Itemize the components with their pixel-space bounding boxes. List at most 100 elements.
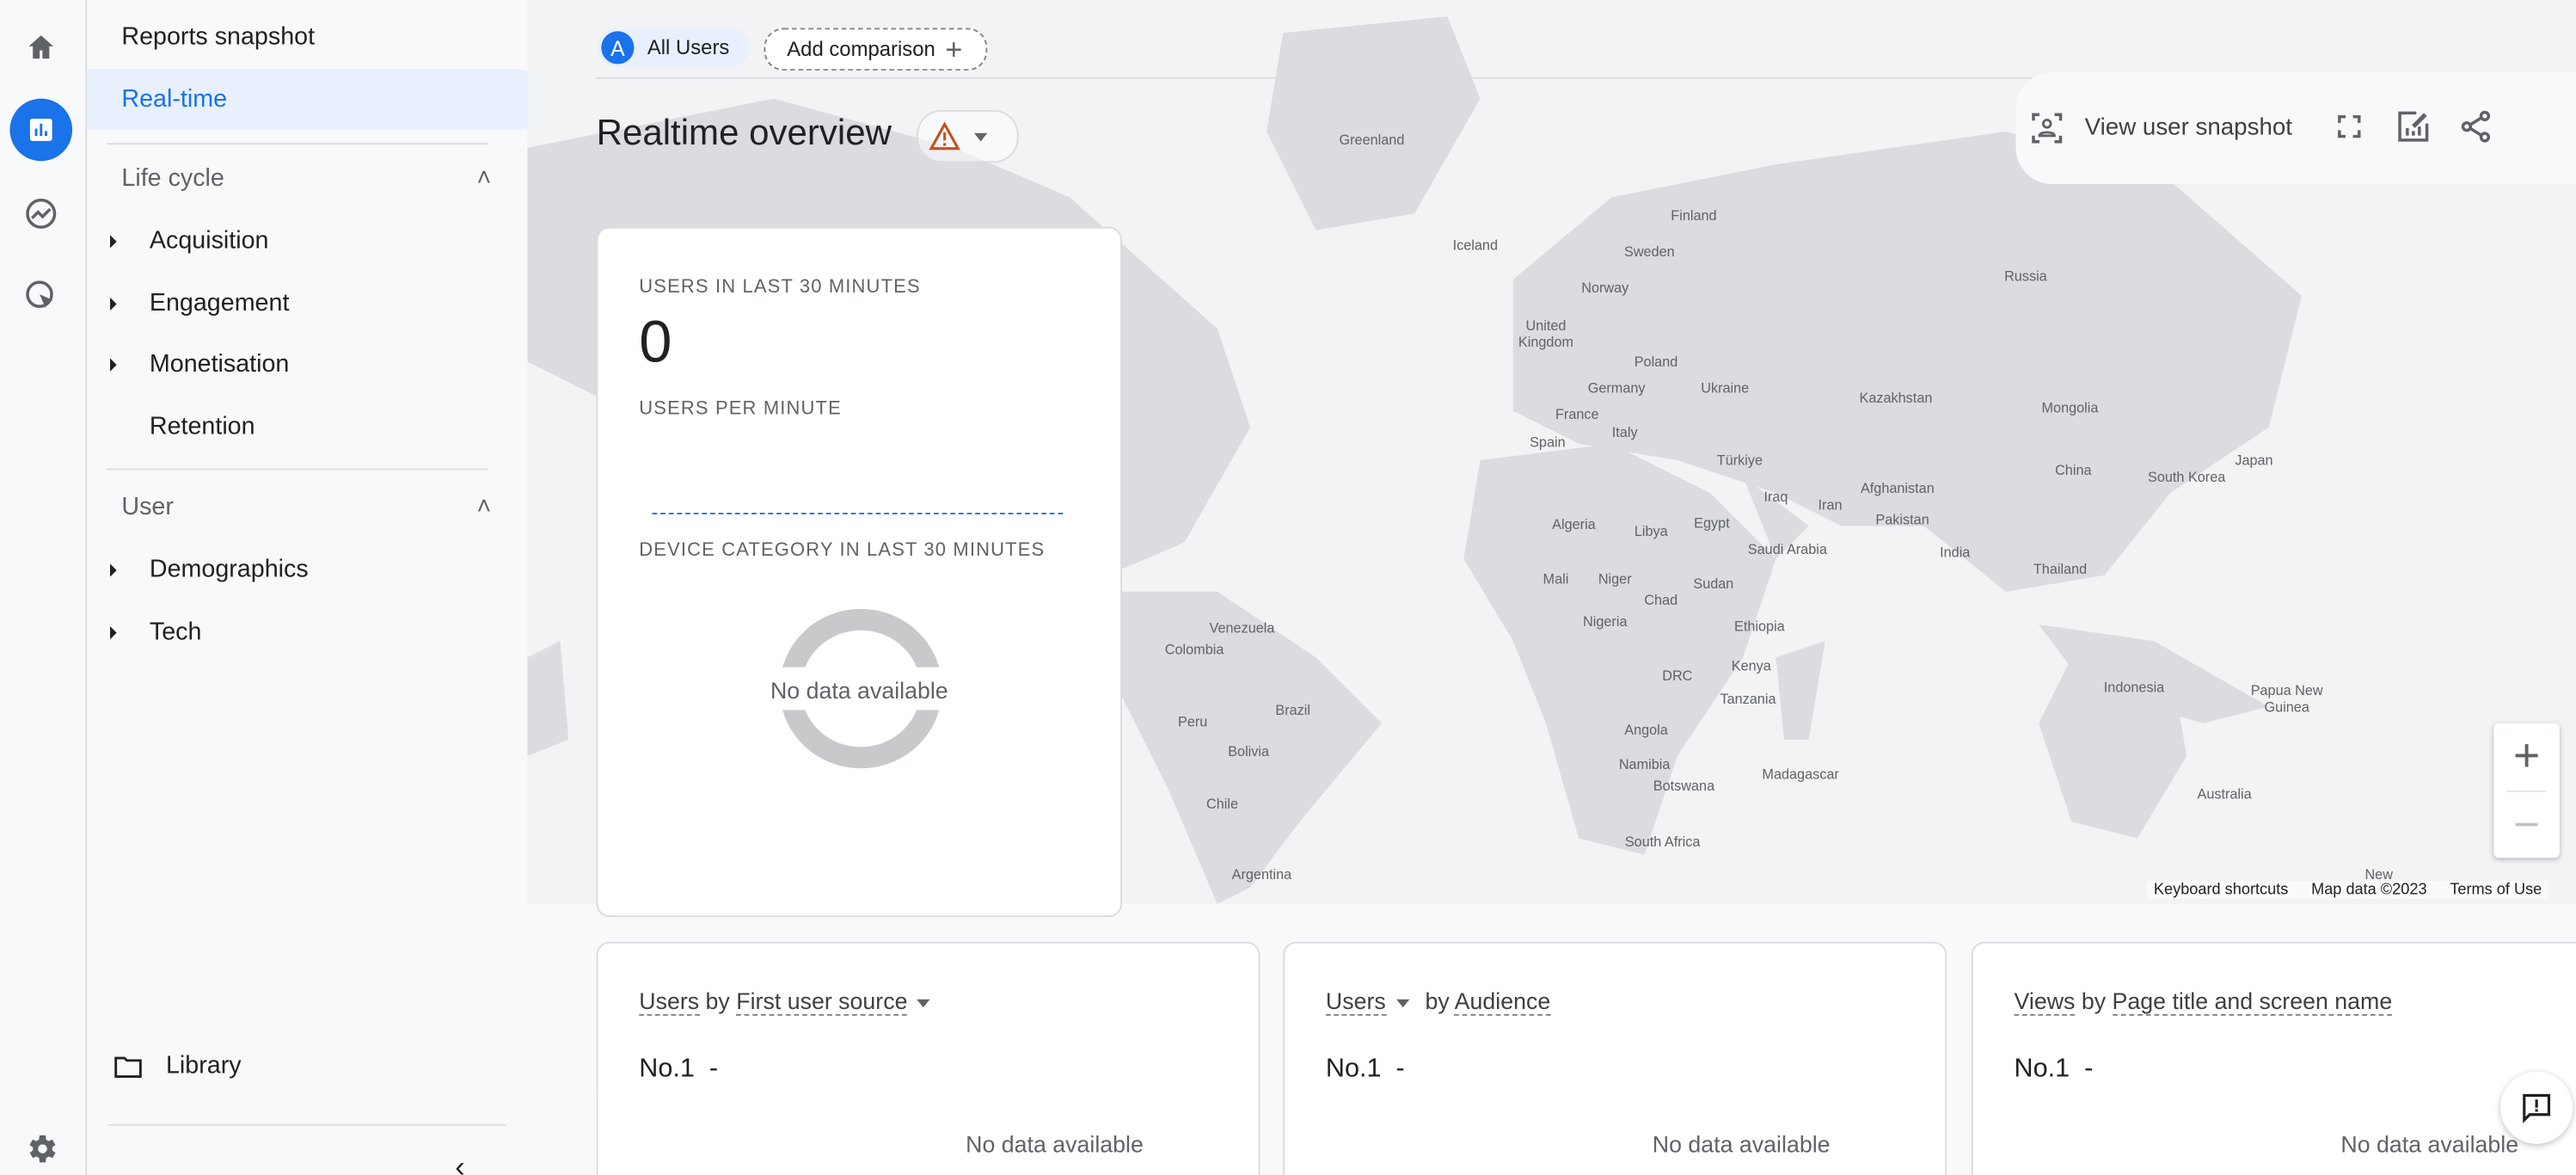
country-label: Russia	[2004, 268, 2047, 285]
view-user-snapshot-button[interactable]: View user snapshot	[2029, 108, 2292, 148]
country-label: Tanzania	[1720, 690, 1776, 707]
country-label: Egypt	[1694, 514, 1730, 532]
by-label: by	[705, 987, 730, 1014]
segment-badge: A	[601, 31, 635, 65]
folder-icon	[114, 1055, 142, 1077]
collapse-nav-icon[interactable]: ‹	[455, 1150, 464, 1175]
country-label: Namibia	[1618, 755, 1671, 773]
country-label: Finland	[1671, 206, 1717, 224]
zoom-out-button[interactable]: −	[2493, 792, 2559, 858]
segment-chip-all-users[interactable]: A All Users	[598, 28, 750, 68]
nav-label: Engagement	[149, 289, 290, 317]
divider	[107, 143, 488, 145]
data-quality-warning-button[interactable]	[917, 110, 1019, 163]
card-title: Users by Audience	[1325, 987, 1551, 1016]
country-label: South Korea	[2147, 468, 2226, 485]
page-title: Realtime overview	[596, 111, 892, 153]
explore-icon[interactable]	[9, 182, 72, 245]
chevron-up-icon: ˄	[476, 493, 492, 521]
dimension-selector[interactable]: Page title and screen name	[2112, 987, 2392, 1016]
country-label: Sweden	[1623, 243, 1675, 260]
country-label: Nigeria	[1583, 612, 1628, 630]
nav-monetisation[interactable]: Monetisation	[87, 334, 511, 395]
country-label: Türkiye	[1716, 452, 1763, 469]
zoom-in-button[interactable]: +	[2493, 723, 2559, 789]
keyboard-shortcuts-link[interactable]: Keyboard shortcuts	[2154, 881, 2288, 899]
device-category-label: DEVICE CATEGORY IN LAST 30 MINUTES	[639, 540, 1046, 561]
country-label: DRC	[1662, 667, 1693, 684]
add-comparison-button[interactable]: Add comparison +	[764, 28, 988, 71]
dropdown-arrow-icon[interactable]	[1395, 999, 1409, 1007]
user-snapshot-icon	[2032, 113, 2063, 144]
rank-label: No.1	[2014, 1055, 2070, 1084]
country-label: Brazil	[1275, 701, 1311, 718]
rank-row: No.1 -	[639, 1055, 718, 1085]
country-label: Madagascar	[1762, 766, 1839, 783]
country-label: Niger	[1598, 570, 1632, 588]
country-label: Ethiopia	[1734, 618, 1785, 635]
chevron-up-icon: ˄	[476, 164, 492, 193]
feedback-button[interactable]	[2500, 1071, 2573, 1144]
dimension-selector[interactable]: Audience	[1454, 987, 1551, 1016]
country-label: Thailand	[2033, 560, 2088, 577]
rank-value: -	[708, 1055, 719, 1084]
nav-label: Retention	[149, 412, 255, 441]
nav-acquisition[interactable]: Acquisition	[87, 211, 511, 272]
rank-value: -	[1395, 1055, 1405, 1084]
country-label: Ukraine	[1701, 379, 1750, 397]
nav-reports-snapshot[interactable]: Reports snapshot	[87, 7, 545, 68]
share-icon[interactable]	[2457, 108, 2493, 145]
metric-selector[interactable]: Users	[1325, 987, 1386, 1016]
terms-of-use-link[interactable]: Terms of Use	[2450, 881, 2542, 899]
reports-icon[interactable]	[9, 98, 73, 162]
country-label: Papua New Guinea	[2250, 681, 2323, 716]
advertising-icon[interactable]	[9, 265, 72, 328]
icon-rail	[0, 0, 88, 1175]
country-label: Argentina	[1231, 865, 1292, 883]
country-label: Libya	[1634, 522, 1668, 539]
metric-selector[interactable]: Users	[639, 987, 700, 1016]
lifecycle-section-header[interactable]: Life cycle ˄	[121, 164, 491, 192]
no-data-text: No data available	[2340, 1130, 2519, 1158]
home-icon[interactable]	[9, 16, 72, 79]
dropdown-arrow-icon[interactable]	[917, 999, 931, 1007]
country-label: Iraq	[1763, 488, 1788, 505]
nav-demographics[interactable]: Demographics	[87, 539, 511, 600]
country-label: Greenland	[1339, 131, 1405, 148]
warning-icon	[929, 121, 960, 151]
divider	[108, 1123, 506, 1126]
country-label: Saudi Arabia	[1747, 540, 1827, 557]
nav-retention[interactable]: Retention	[87, 396, 511, 457]
rank-label: No.1	[1325, 1055, 1382, 1084]
settings-icon[interactable]	[9, 1117, 72, 1175]
nav-label: Reports snapshot	[121, 22, 316, 52]
country-label: Japan	[2235, 452, 2273, 469]
section-title: Life cycle	[121, 164, 224, 193]
country-label: Botswana	[1653, 777, 1715, 794]
nav-label: Monetisation	[149, 349, 290, 378]
nav-library[interactable]: Library	[113, 1036, 537, 1097]
top-dimension-card: Users by First user source No.1 - No data …	[596, 941, 1260, 1175]
country-label: Chad	[1644, 591, 1678, 608]
nav-tech[interactable]: Tech	[87, 601, 511, 662]
map-attribution: Keyboard shortcuts Map data ©2023 Terms …	[2147, 881, 2548, 900]
nav-realtime[interactable]: Real-time	[87, 69, 546, 130]
user-section-header[interactable]: User ˄	[121, 493, 491, 520]
country-label: Germany	[1587, 379, 1646, 397]
country-label: Australia	[2197, 785, 2252, 803]
nav-engagement[interactable]: Engagement	[87, 273, 511, 334]
country-label: Afghanistan	[1860, 479, 1935, 497]
map-data-label: Map data ©2023	[2311, 881, 2427, 900]
zoom-controls: + −	[2493, 723, 2560, 858]
country-label: Mali	[1543, 570, 1569, 588]
users-last-30-min-value: 0	[639, 307, 672, 375]
segment-label: All Users	[647, 36, 730, 59]
customize-report-icon[interactable]	[2395, 108, 2432, 145]
metric-selector[interactable]: Views	[2014, 987, 2076, 1016]
country-label: Italy	[1611, 423, 1638, 441]
expand-arrow-icon	[110, 296, 117, 311]
rank-row: No.1 -	[1326, 1055, 1405, 1085]
dimension-selector[interactable]: First user source	[736, 987, 908, 1016]
divider	[107, 468, 488, 471]
fullscreen-icon[interactable]	[2334, 112, 2364, 141]
